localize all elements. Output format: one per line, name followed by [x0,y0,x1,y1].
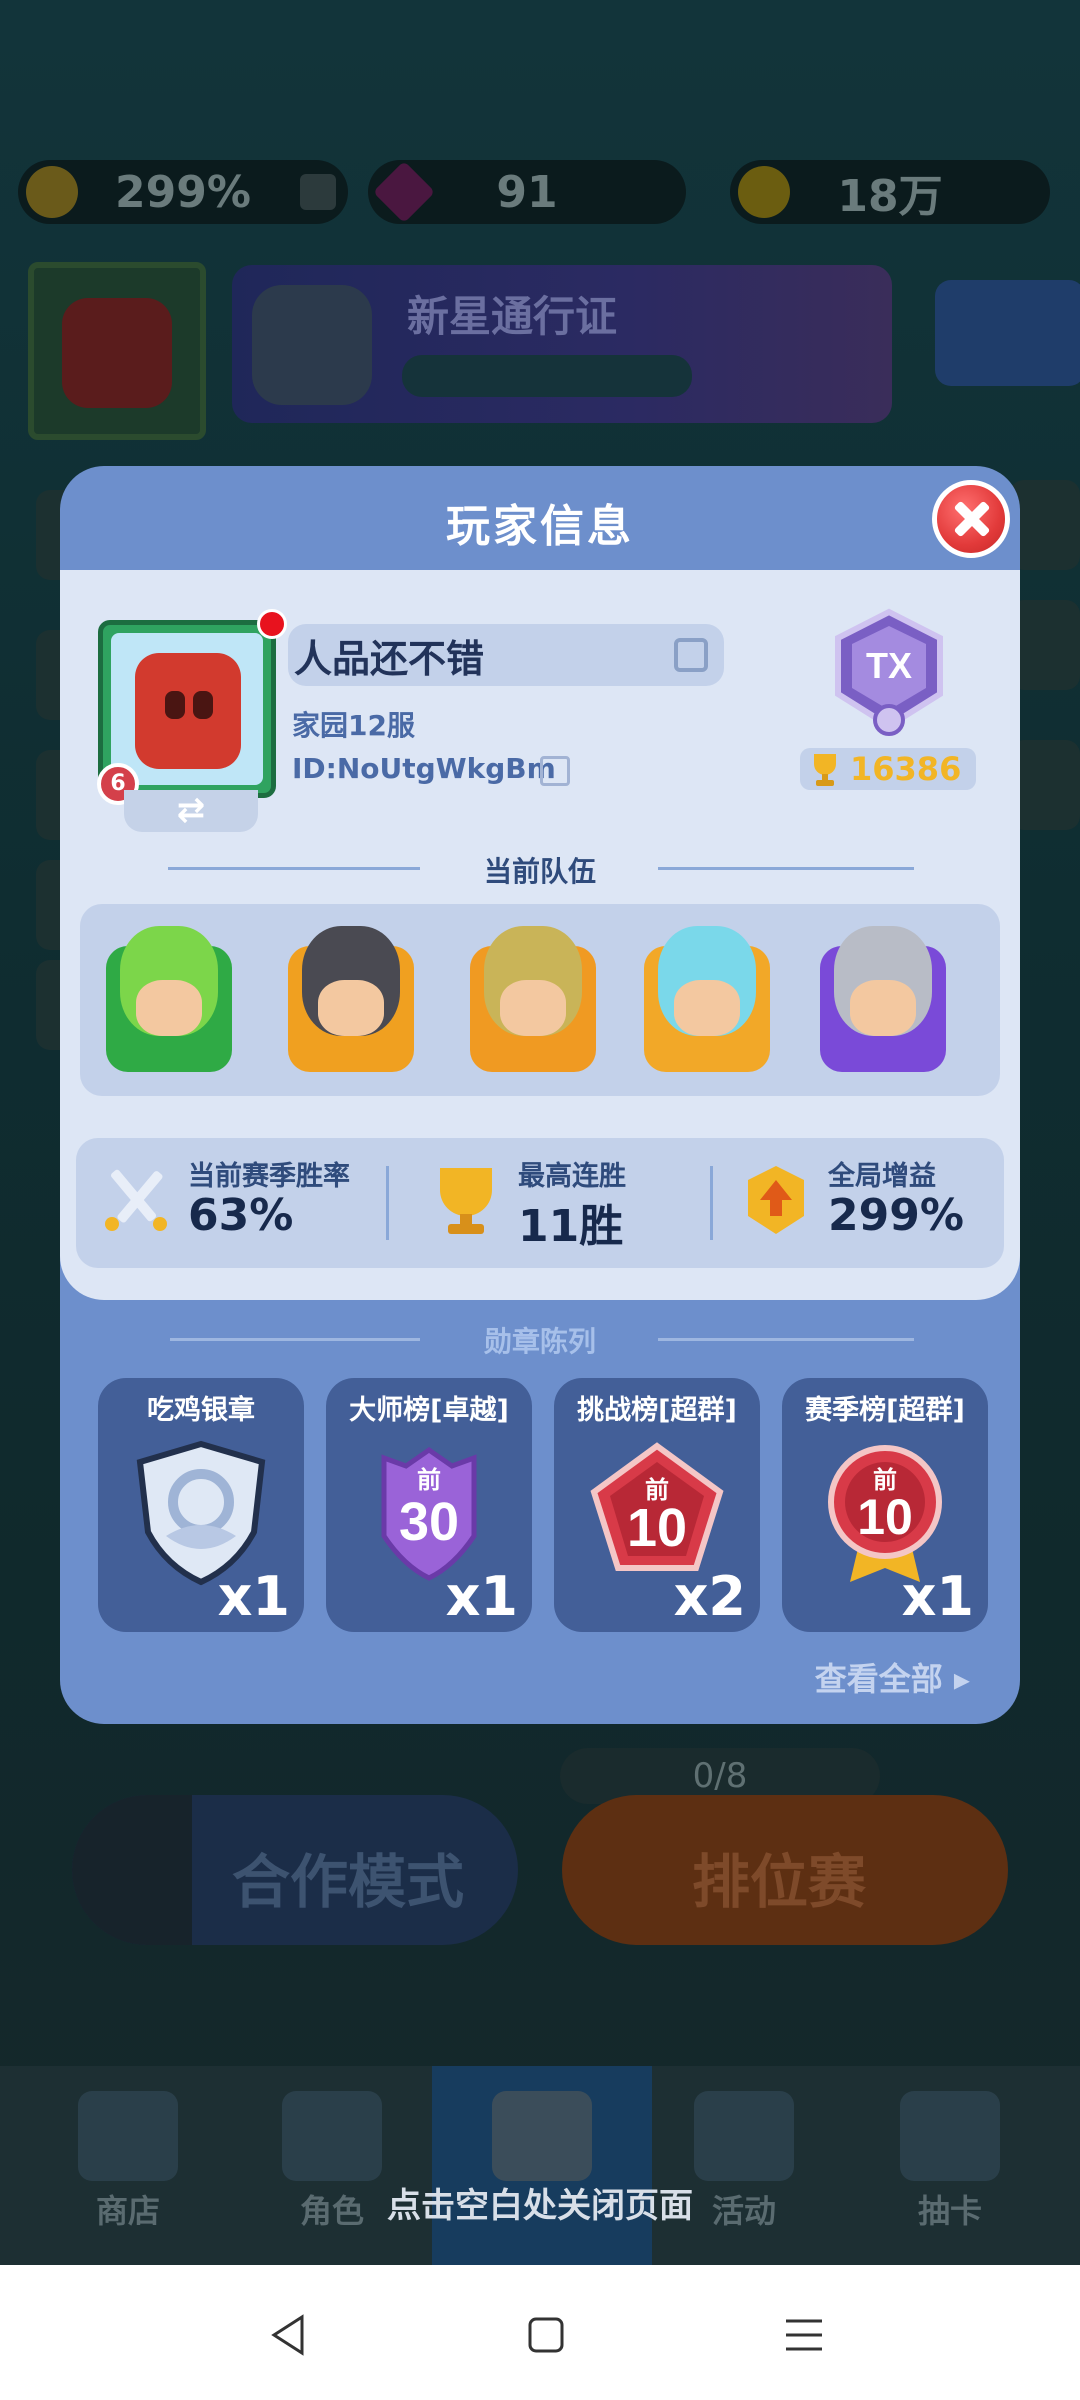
divider [386,1166,389,1240]
medal-card[interactable]: 大师榜[卓越] 前 30 x1 [326,1378,532,1632]
player-avatar-button[interactable] [28,262,206,440]
player-avatar[interactable]: 6 [97,609,287,805]
streak-value: 11胜 [518,1201,624,1252]
ranked-mode-label: 排位赛 [692,1848,867,1916]
svg-text:30: 30 [399,1492,459,1552]
rank-badge-icon: TX [835,608,943,736]
medal-count: x1 [217,1565,290,1628]
medal-name: 挑战榜[超群] [577,1395,737,1426]
buff-icon [26,166,78,218]
swap-icon[interactable]: ⇄ [124,790,258,832]
pass-emblem-icon [252,285,372,405]
hero-knight[interactable] [808,916,956,1084]
side-button[interactable] [1010,740,1080,830]
trophy-icon [814,754,836,786]
shop-icon[interactable] [78,2091,178,2181]
close-button[interactable] [932,480,1010,558]
name-field[interactable]: 人品还不错 [288,624,724,686]
rank-label: TX [866,645,912,686]
buff-resource[interactable]: 299% [18,160,348,224]
ranked-mode-button[interactable]: 排位赛 [562,1795,1008,1945]
hero-ice-mage[interactable] [632,916,780,1084]
season-pass-banner[interactable]: 新星通行证 [232,265,892,423]
battle-icon[interactable] [492,2091,592,2181]
hero-leaf[interactable] [94,916,242,1084]
buff-value: 299% [115,166,251,218]
medals-label: 勋章陈列 [483,1325,596,1358]
coin-value: 18万 [837,171,943,222]
medal-name: 赛季榜[超群] [805,1395,965,1426]
notification-dot [257,609,287,639]
team-list [80,904,1000,1096]
side-button[interactable] [1010,480,1080,570]
coop-mode-label: 合作模式 [232,1848,465,1916]
home-icon[interactable] [516,2305,576,2365]
svg-text:10: 10 [627,1498,687,1558]
medal-name: 吃鸡银章 [147,1395,255,1426]
medal-card[interactable]: 吃鸡银章 x1 [98,1378,304,1632]
buff-label: 全局增益 [828,1161,936,1192]
win-rate-value: 63% [188,1190,294,1241]
win-rate-label: 当前赛季胜率 [188,1161,350,1192]
medal-count: x2 [673,1565,746,1628]
modal-title: 玩家信息 [446,501,634,552]
pass-progress-bar [402,355,692,397]
copy-icon[interactable] [540,756,570,786]
trophy-icon [440,1168,492,1234]
streak-label: 最高连胜 [518,1161,626,1192]
coin-resource[interactable]: 18万 [730,160,1050,224]
medal-count: x1 [445,1565,518,1628]
menu-icon[interactable] [774,2305,834,2365]
season-rank-medal-icon: 前 10 [828,1445,942,1582]
back-icon[interactable] [258,2305,318,2365]
svg-text:前: 前 [417,1466,441,1494]
resource-bar: 299% 91 18万 [0,160,1080,230]
team-label: 当前队伍 [483,855,596,888]
pass-title: 新星通行证 [407,292,618,341]
player-info-modal: 玩家信息 6 ⇄ 人品还不错 家园12服 ID:NoUtgWkgBm TX 16… [60,466,1020,1724]
bottom-nav: 商店 角色 活动 抽卡 [0,2066,1080,2266]
medal-card[interactable]: 赛季榜[超群] 前 10 x1 [782,1378,988,1632]
coin-icon [738,166,790,218]
avatar-image [62,298,172,408]
system-nav-bar [0,2265,1080,2400]
event-icon[interactable] [694,2091,794,2181]
gacha-icon[interactable] [900,2091,1000,2181]
gem-value: 91 [496,166,558,218]
master-rank-medal-icon: 前 30 [381,1446,477,1581]
gem-icon [372,160,436,224]
svg-text:10: 10 [857,1489,913,1545]
medal-count: x1 [901,1565,974,1628]
menu-button[interactable] [935,280,1080,386]
gem-resource[interactable]: 91 [368,160,686,224]
hero-robot[interactable] [458,916,606,1084]
trophy-count: 16386 [800,748,976,790]
silver-shield-medal-icon [136,1440,266,1586]
arrow-up-icon[interactable] [72,1795,192,1945]
buff-value: 299% [828,1190,964,1241]
side-button[interactable] [1010,600,1080,690]
hero-dark-knight[interactable] [276,916,424,1084]
info-icon[interactable] [300,174,336,210]
trophy-value: 16386 [850,750,962,788]
avatar-character [135,653,241,769]
role-icon[interactable] [282,2091,382,2181]
player-panel: 6 ⇄ 人品还不错 家园12服 ID:NoUtgWkgBm TX 16386 当… [60,570,1020,1300]
medal-card[interactable]: 挑战榜[超群] 前 10 x2 [554,1378,760,1632]
divider [710,1166,713,1240]
buff-icon [748,1166,804,1234]
close-hint[interactable]: 点击空白处关闭页面 [0,2178,1080,2227]
edit-icon[interactable] [674,638,708,672]
player-id: ID:NoUtgWkgBm [292,752,556,785]
crossed-swords-icon [105,1169,167,1231]
medal-name: 大师榜[卓越] [349,1395,509,1426]
coop-mode-button[interactable]: 合作模式 [72,1795,518,1945]
player-name: 人品还不错 [294,637,485,681]
avatar-background [111,633,263,785]
stats-panel: 当前赛季胜率 63% 最高连胜 11胜 全局增益 299% [76,1138,1004,1268]
player-server: 家园12服 [292,709,415,742]
challenge-rank-medal-icon: 前 10 [590,1442,724,1571]
view-all-link[interactable]: 查看全部 ▸ [815,1654,970,1700]
